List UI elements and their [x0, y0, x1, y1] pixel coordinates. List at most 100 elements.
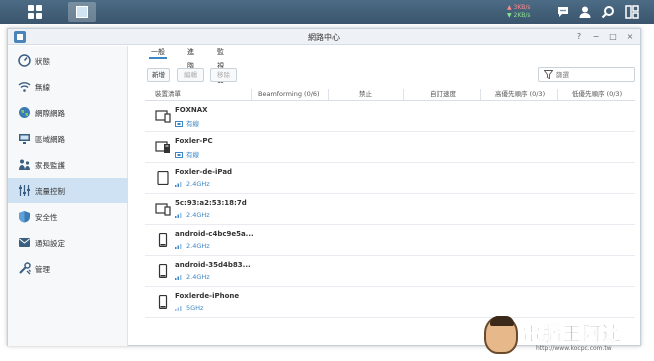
filter-input[interactable] — [556, 69, 631, 80]
signal-icon — [175, 182, 182, 187]
column-beamforming[interactable]: Beamforming (0/6) — [258, 89, 320, 100]
signal-icon — [175, 244, 182, 249]
tab-advanced[interactable]: 進階 — [187, 45, 194, 70]
sidebar-item-label: 流量控制 — [35, 187, 65, 196]
column-divider — [480, 89, 481, 100]
main-menu-icon[interactable] — [28, 5, 42, 19]
column-divider — [403, 89, 404, 100]
tools-icon — [19, 262, 31, 275]
device-name: Foxlerde-iPhone — [175, 292, 240, 300]
shield-icon — [19, 211, 30, 223]
remove-button[interactable]: 移除 — [210, 68, 237, 82]
desktop-icon — [155, 110, 171, 123]
notification-icon — [19, 238, 30, 247]
connection-type: 2.4GHz — [175, 180, 210, 188]
maximize-button[interactable]: □ — [608, 31, 618, 43]
sidebar-item-lan[interactable]: 區域網路 — [8, 126, 128, 151]
pc-icon — [155, 141, 170, 153]
sidebar-item-label: 狀態 — [35, 57, 50, 66]
column-high-priority[interactable]: 高優先順序 (0/3) — [495, 89, 545, 100]
signal-icon — [175, 275, 182, 280]
phone-icon — [158, 264, 168, 278]
taskbar: ▲ 3KB/s ▼ 2KB/s — [0, 0, 654, 24]
internet-icon — [19, 107, 30, 118]
sidebar-item-internet[interactable]: 網際網路 — [8, 100, 128, 125]
watermark-url: http://www.kocpc.com.tw — [536, 345, 612, 352]
table-row[interactable]: android-35d4b83... 2.4GHz — [145, 256, 635, 287]
sidebar-item-label: 網際網路 — [35, 109, 65, 118]
sidebar: 狀態 無線 網際網路 區域網路 家長監護 流量控制 安全性 通知設定 管理 — [8, 46, 128, 346]
edit-button[interactable]: 編輯 — [177, 68, 204, 82]
device-name: 5c:93:a2:53:18:7d — [175, 199, 247, 207]
filter-box[interactable] — [538, 67, 635, 82]
chat-icon[interactable] — [556, 5, 570, 19]
tab-general[interactable]: 一般 — [149, 45, 167, 59]
minimize-button[interactable]: − — [591, 31, 601, 43]
sidebar-item-label: 無線 — [35, 83, 50, 92]
add-button[interactable]: 新增 — [147, 68, 170, 82]
column-divider — [251, 89, 252, 100]
wired-icon — [175, 121, 183, 127]
sidebar-item-management[interactable]: 管理 — [8, 256, 128, 281]
window-titlebar[interactable]: 網路中心 ? − □ × — [8, 29, 640, 45]
device-name: Foxler-de-iPad — [175, 168, 233, 176]
column-low-priority[interactable]: 低優先順序 (0/3) — [572, 89, 622, 100]
search-icon[interactable] — [601, 5, 615, 19]
table-row[interactable]: 5c:93:a2:53:18:7d 2.4GHz — [145, 194, 635, 225]
device-name: android-c4bc9e5a... — [175, 230, 254, 238]
network-center-app-icon[interactable] — [68, 2, 96, 22]
connection-label: 2.4GHz — [186, 242, 210, 250]
device-name: FOXNAX — [175, 106, 208, 114]
wired-icon — [175, 152, 183, 158]
column-divider — [328, 89, 329, 100]
table-row[interactable]: Foxlerde-iPhone 5GHz — [145, 287, 635, 318]
traffic-icon — [19, 185, 30, 196]
window-title: 網路中心 — [308, 33, 340, 42]
connection-type: 2.4GHz — [175, 242, 210, 250]
connection-type: 2.4GHz — [175, 211, 210, 219]
desktop-icon — [155, 203, 171, 216]
tab-monitor[interactable]: 監視器 — [217, 45, 224, 84]
table-row[interactable]: FOXNAX 有線 — [145, 101, 635, 132]
sidebar-item-wireless[interactable]: 無線 — [8, 74, 128, 99]
sidebar-item-traffic-control[interactable]: 流量控制 — [8, 178, 128, 203]
sidebar-item-label: 家長監護 — [35, 161, 65, 170]
help-button[interactable]: ? — [574, 31, 584, 43]
connection-type: 5GHz — [175, 304, 203, 312]
upload-speed: 3KB/s — [513, 4, 531, 11]
wifi-icon — [18, 82, 31, 92]
connection-type: 2.4GHz — [175, 273, 210, 281]
widgets-icon[interactable] — [625, 5, 639, 19]
connection-type: 有線 — [175, 149, 199, 159]
connection-label: 2.4GHz — [186, 211, 210, 219]
column-custom-speed[interactable]: 自訂速度 — [430, 89, 456, 100]
device-name: android-35d4b83... — [175, 261, 251, 269]
table-row[interactable]: Foxler-PC 有線 — [145, 132, 635, 163]
mascot-image — [484, 316, 518, 354]
watermark-text: 電腦王阿達 — [522, 323, 623, 346]
network-center-window: 網路中心 ? − □ × 狀態 無線 網際網路 區域網路 家長監護 流量控制 安… — [7, 28, 641, 346]
signal-icon — [175, 213, 182, 218]
user-icon[interactable] — [578, 5, 592, 19]
watermark-logo: 電腦王阿達 http://www.kocpc.com.tw — [484, 316, 644, 358]
signal-icon — [175, 306, 182, 311]
lan-icon — [19, 134, 30, 144]
connection-type: 有線 — [175, 118, 199, 128]
filter-icon — [544, 70, 553, 79]
sidebar-item-notification[interactable]: 通知設定 — [8, 230, 128, 255]
table-row[interactable]: android-c4bc9e5a... 2.4GHz — [145, 225, 635, 256]
sidebar-item-status[interactable]: 狀態 — [8, 48, 128, 73]
table-header: 裝置清單 Beamforming (0/6) 禁止 自訂速度 高優先順序 (0/… — [145, 88, 635, 101]
sidebar-item-label: 通知設定 — [35, 239, 65, 248]
network-speed-indicator: ▲ 3KB/s ▼ 2KB/s — [507, 4, 531, 19]
table-row[interactable]: Foxler-de-iPad 2.4GHz — [145, 163, 635, 194]
column-block[interactable]: 禁止 — [359, 89, 372, 100]
connection-label: 5GHz — [186, 304, 204, 312]
column-device-list[interactable]: 裝置清單 — [155, 89, 181, 100]
download-speed: 2KB/s — [513, 12, 531, 19]
close-button[interactable]: × — [625, 31, 635, 43]
sidebar-item-security[interactable]: 安全性 — [8, 204, 128, 229]
sidebar-item-label: 管理 — [35, 265, 50, 274]
sidebar-item-parental[interactable]: 家長監護 — [8, 152, 128, 177]
parental-icon — [19, 159, 30, 170]
